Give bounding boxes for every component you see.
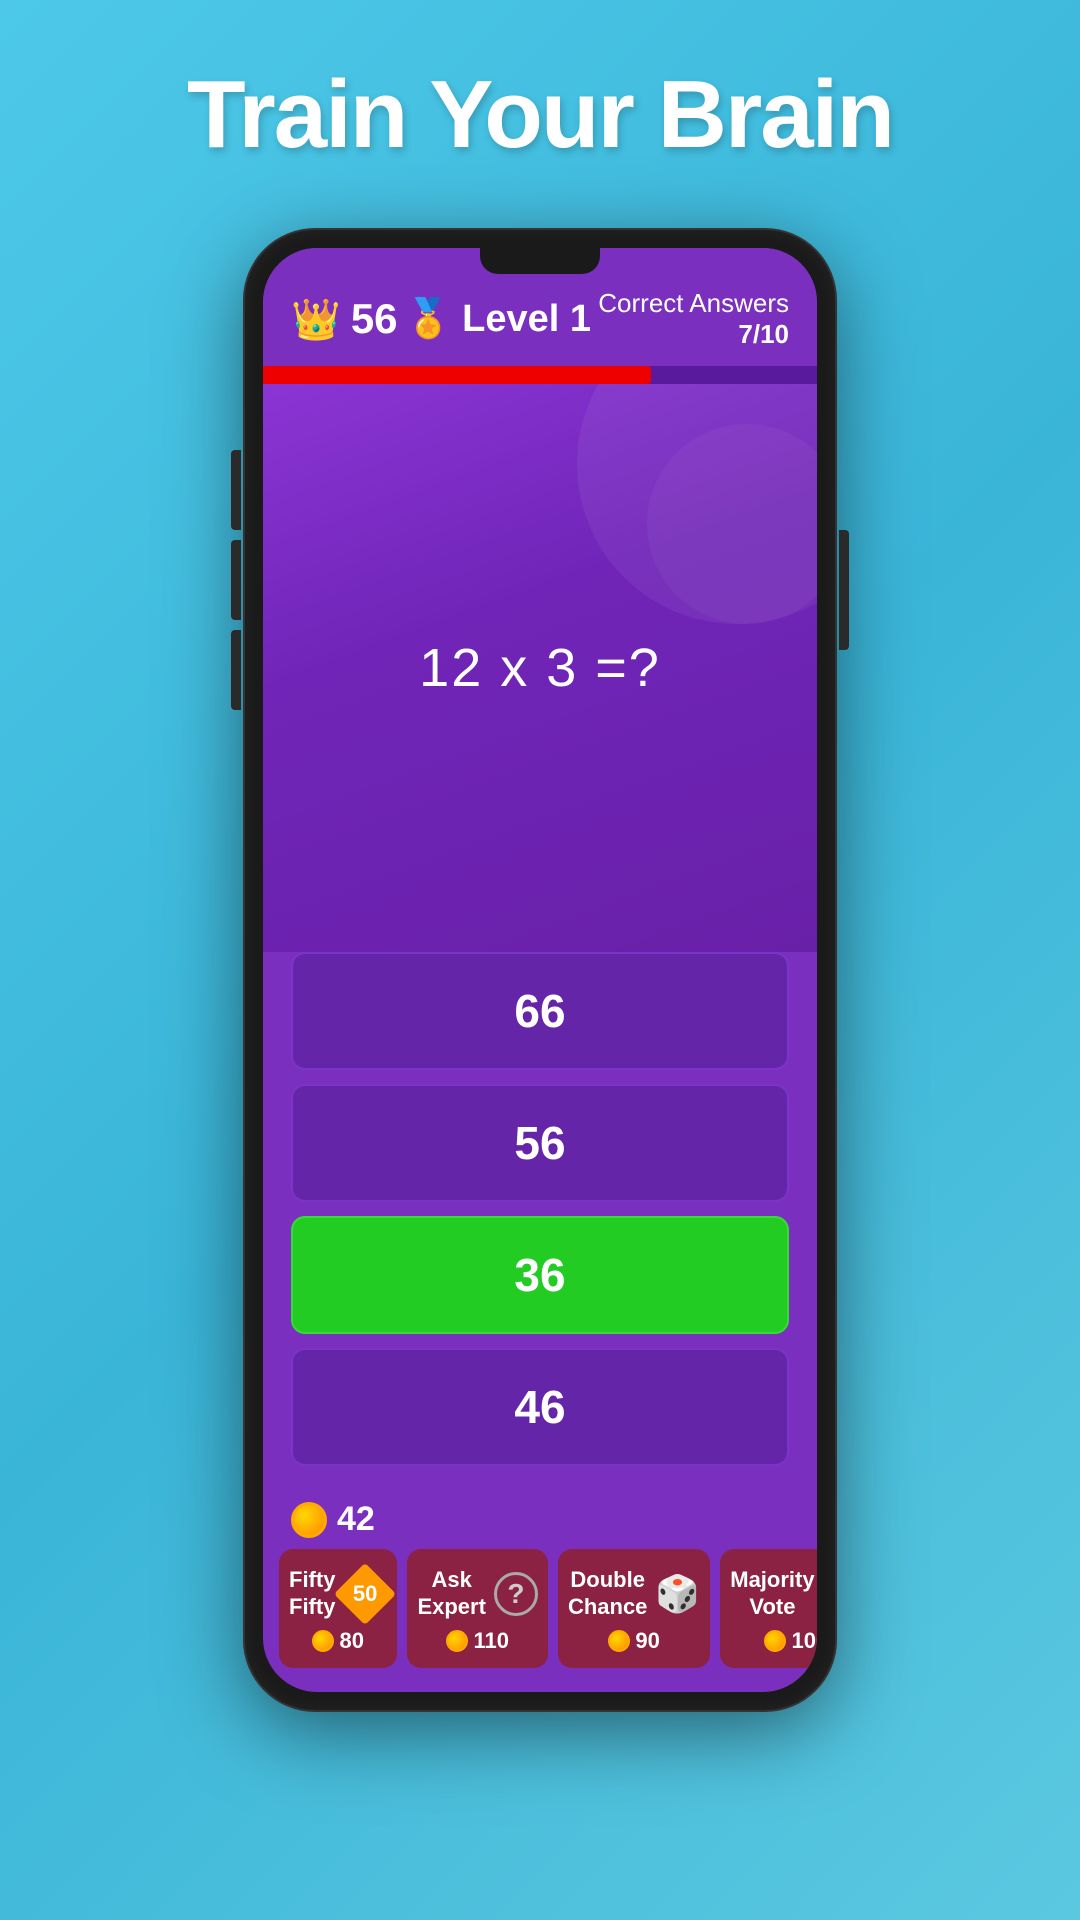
answers-section: 66 56 36 46 [263, 952, 817, 1486]
lifeline-fifty-fifty-price: 80 [339, 1628, 363, 1654]
lifeline-double-chance[interactable]: DoubleChance 🎲 90 [558, 1549, 710, 1668]
level-text: Level 1 [462, 298, 591, 341]
answer-btn-1[interactable]: 56 [291, 1084, 789, 1202]
page-title: Train Your Brain [187, 60, 893, 170]
answer-btn-3[interactable]: 46 [291, 1348, 789, 1466]
coins-value: 42 [337, 1500, 375, 1539]
phone-container: 👑 56 🏅 Level 1 Correct Answers 7/10 [245, 230, 835, 1710]
lifeline-double-chance-cost: 90 [608, 1628, 659, 1654]
answer-btn-0[interactable]: 66 [291, 952, 789, 1070]
correct-answers: Correct Answers 7/10 [598, 288, 789, 350]
lifeline-fifty-fifty[interactable]: FiftyFifty 50 80 [279, 1549, 397, 1668]
correct-value: 7/10 [598, 319, 789, 350]
lifeline-fifty-fifty-coin [312, 1630, 334, 1652]
lifeline-double-chance-coin [608, 1630, 630, 1652]
lifeline-majority-vote-name: MajorityVote [730, 1567, 814, 1620]
coins-row: 42 [263, 1486, 817, 1549]
lifeline-fifty-fifty-name: FiftyFifty [289, 1567, 335, 1620]
lifeline-majority-vote-coin [764, 1630, 786, 1652]
qmark-icon: ? [494, 1572, 538, 1616]
coin-icon [291, 1502, 327, 1538]
level-section: 🏅 Level 1 [405, 297, 591, 341]
notch [480, 248, 600, 274]
dice-icon: 🎲 [655, 1573, 700, 1615]
question-text: 12 x 3 =? [419, 637, 661, 699]
lifeline-fifty-fifty-top: FiftyFifty 50 [289, 1567, 387, 1620]
lifeline-double-chance-top: DoubleChance 🎲 [568, 1567, 700, 1620]
phone-screen: 👑 56 🏅 Level 1 Correct Answers 7/10 [263, 248, 817, 1692]
lifeline-majority-vote[interactable]: MajorityVote 👥 100 [720, 1549, 817, 1668]
answer-btn-2[interactable]: 36 [291, 1216, 789, 1334]
crown-icon: 👑 [291, 296, 341, 343]
progress-bar-fill [263, 366, 651, 384]
lifeline-ask-expert[interactable]: AskExpert ? 110 [407, 1549, 547, 1668]
score-value: 56 [351, 295, 398, 343]
lifeline-majority-vote-price: 100 [791, 1628, 817, 1654]
phone-shell: 👑 56 🏅 Level 1 Correct Answers 7/10 [245, 230, 835, 1710]
lifeline-double-chance-price: 90 [635, 1628, 659, 1654]
lifeline-double-chance-name: DoubleChance [568, 1567, 647, 1620]
lifeline-majority-vote-cost: 100 [764, 1628, 817, 1654]
diamond-icon: 50 [334, 1562, 396, 1624]
lifeline-ask-expert-top: AskExpert ? [417, 1567, 537, 1620]
lifeline-majority-vote-top: MajorityVote 👥 [730, 1567, 817, 1620]
question-area: 12 x 3 =? [263, 384, 817, 952]
lifelines-row: FiftyFifty 50 80 AskExpert ? [263, 1549, 817, 1692]
correct-label: Correct Answers [598, 288, 789, 319]
lifeline-ask-expert-coin [446, 1630, 468, 1652]
lifeline-fifty-fifty-cost: 80 [312, 1628, 363, 1654]
progress-bar-container [263, 366, 817, 384]
score-section: 👑 56 [291, 295, 398, 343]
lifeline-ask-expert-cost: 110 [446, 1628, 509, 1654]
star-icon: 🏅 [405, 297, 452, 341]
lifeline-ask-expert-name: AskExpert [417, 1567, 485, 1620]
lifeline-ask-expert-price: 110 [473, 1628, 509, 1654]
